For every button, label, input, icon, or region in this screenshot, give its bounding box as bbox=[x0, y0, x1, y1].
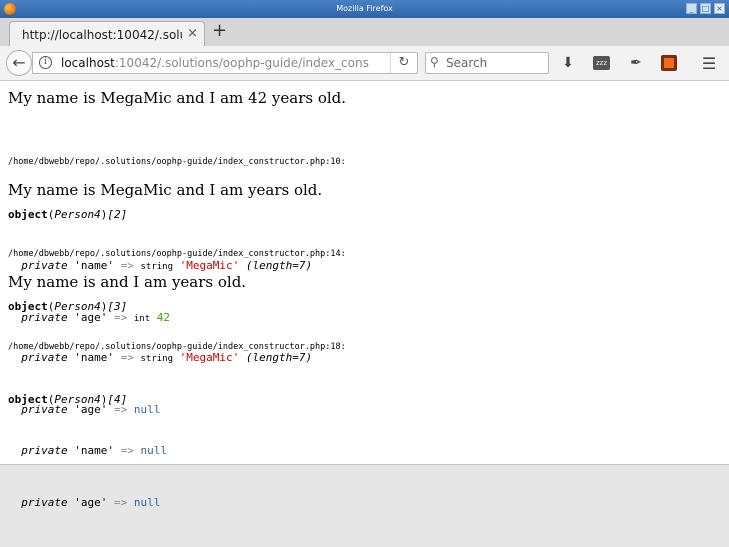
download-icon[interactable]: ⬇ bbox=[559, 55, 577, 71]
output-message: My name is and I am years old. bbox=[8, 273, 247, 291]
hamburger-menu-icon[interactable]: ☰ bbox=[700, 54, 718, 73]
tab-title: http://localhost:10042/.solu bbox=[22, 28, 182, 42]
page-content: My name is MegaMic and I am 42 years old… bbox=[0, 81, 729, 509]
dump-object-line: object(Person4)[4] bbox=[8, 393, 128, 406]
dump-file-path: /home/dbwebb/repo/.solutions/oophp-guide… bbox=[8, 157, 346, 167]
close-window-button[interactable]: × bbox=[714, 3, 725, 14]
back-button[interactable]: ← bbox=[6, 50, 32, 76]
search-bar[interactable]: ⚲ bbox=[425, 52, 549, 74]
output-message: My name is MegaMic and I am years old. bbox=[8, 181, 323, 199]
dump-property-name: private 'name' => null bbox=[21, 444, 167, 458]
url-bar[interactable]: i localhost:10042/.solutions/oophp-guide… bbox=[32, 52, 418, 74]
reload-button[interactable]: ↻ bbox=[390, 53, 417, 73]
minimize-button[interactable]: _ bbox=[686, 3, 697, 14]
new-tab-button[interactable]: + bbox=[212, 20, 227, 41]
url-text[interactable]: localhost:10042/.solutions/oophp-guide/i… bbox=[61, 56, 369, 70]
url-host: localhost bbox=[61, 56, 115, 70]
window-title: Mozilla Firefox bbox=[336, 4, 393, 13]
maximize-button[interactable]: □ bbox=[700, 3, 711, 14]
var-dump: /home/dbwebb/repo/.solutions/oophp-guide… bbox=[8, 303, 346, 547]
arrow-left-icon: ← bbox=[12, 53, 26, 72]
url-path: :10042/.solutions/oophp-guide/index_cons… bbox=[114, 56, 369, 70]
tab-close-button[interactable]: × bbox=[187, 26, 198, 41]
search-icon: ⚲ bbox=[430, 55, 439, 69]
window-titlebar: Mozilla Firefox _ □ × bbox=[0, 0, 729, 18]
navigation-toolbar: ← i localhost:10042/.solutions/oophp-gui… bbox=[0, 46, 729, 81]
tab-active[interactable]: http://localhost:10042/.solu × bbox=[9, 21, 205, 46]
snooze-icon[interactable]: zzz bbox=[593, 56, 610, 70]
tab-strip: http://localhost:10042/.solu × bbox=[0, 18, 729, 47]
firefox-logo-icon bbox=[4, 3, 16, 15]
dump-property-age: private 'age' => null bbox=[21, 495, 161, 509]
info-icon[interactable]: i bbox=[39, 56, 52, 69]
dump-file-path: /home/dbwebb/repo/.solutions/oophp-guide… bbox=[8, 342, 346, 352]
output-message: My name is MegaMic and I am 42 years old… bbox=[8, 89, 347, 107]
window-controls: _ □ × bbox=[686, 3, 725, 14]
reload-icon: ↻ bbox=[398, 55, 410, 70]
eyedropper-icon[interactable]: ✒ bbox=[627, 55, 645, 71]
search-input[interactable] bbox=[446, 55, 544, 71]
dump-file-path: /home/dbwebb/repo/.solutions/oophp-guide… bbox=[8, 249, 346, 259]
extension-icon[interactable] bbox=[661, 55, 677, 71]
